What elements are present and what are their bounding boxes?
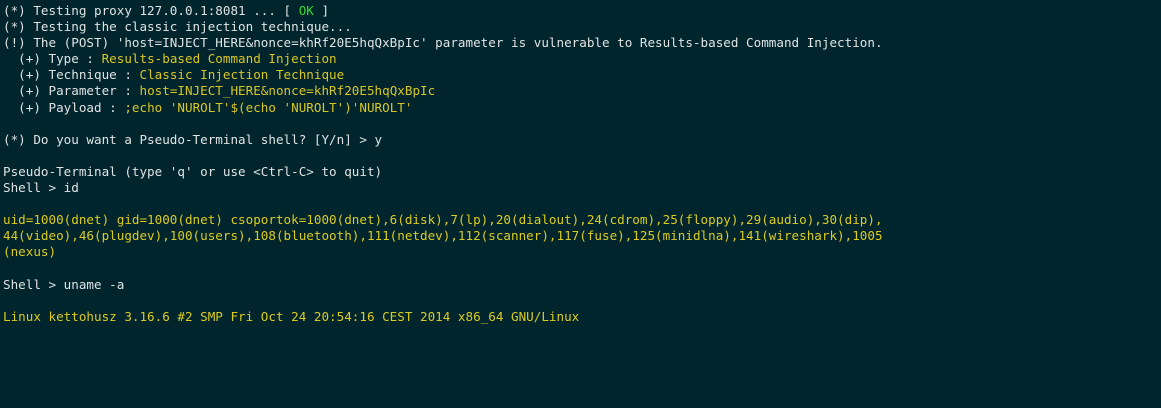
bracket-close: ] — [313, 3, 330, 18]
terminal-window[interactable]: (*) Testing proxy 127.0.0.1:8081 ... [ O… — [0, 0, 1161, 408]
parameter-line: (+) Parameter : host=INJECT_HERE&nonce=k… — [3, 83, 1161, 99]
id-output-line-2: 44(video),46(plugdev),100(users),108(blu… — [3, 228, 883, 244]
technique-label: (+) Technique : — [3, 67, 140, 83]
type-line: (+) Type : Results-based Command Injecti… — [3, 51, 1161, 67]
payload-value: ;echo 'NUROLT'$(echo 'NUROLT')'NUROLT' — [124, 99, 413, 115]
parameter-value: host=INJECT_HERE&nonce=khRf20E5hqQxBpIc — [139, 83, 436, 99]
proxy-test-text: (*) Testing proxy 127.0.0.1:8081 ... [ — [3, 3, 299, 18]
id-output-line-3: (nexus) — [3, 244, 57, 260]
parameter-label: (+) Parameter : — [3, 83, 140, 99]
technique-test-line: (*) Testing the classic injection techni… — [3, 19, 352, 35]
payload-line: (+) Payload : ;echo 'NUROLT'$(echo 'NURO… — [3, 100, 1161, 116]
shell-prompt-line: (*) Do you want a Pseudo-Terminal shell?… — [3, 131, 383, 147]
shell-command-uname: Shell > uname -a — [3, 276, 125, 292]
proxy-test-line: (*) Testing proxy 127.0.0.1:8081 ... [ O… — [3, 3, 1161, 19]
pseudo-terminal-line: Pseudo-Terminal (type 'q' or use <Ctrl-C… — [3, 163, 383, 179]
id-output-line-1: uid=1000(dnet) gid=1000(dnet) csoportok=… — [3, 212, 883, 228]
payload-label: (+) Payload : — [3, 99, 125, 115]
technique-value: Classic Injection Technique — [139, 67, 345, 83]
uname-output-line: Linux kettohusz 3.16.6 #2 SMP Fri Oct 24… — [3, 308, 580, 324]
technique-line: (+) Technique : Classic Injection Techni… — [3, 67, 1161, 83]
ok-status: OK — [298, 3, 314, 18]
type-label: (+) Type : — [3, 51, 102, 67]
type-value: Results-based Command Injection — [101, 51, 337, 67]
vulnerable-line: (!) The (POST) 'host=INJECT_HERE&nonce=k… — [3, 35, 883, 51]
shell-command-id: Shell > id — [3, 180, 79, 196]
